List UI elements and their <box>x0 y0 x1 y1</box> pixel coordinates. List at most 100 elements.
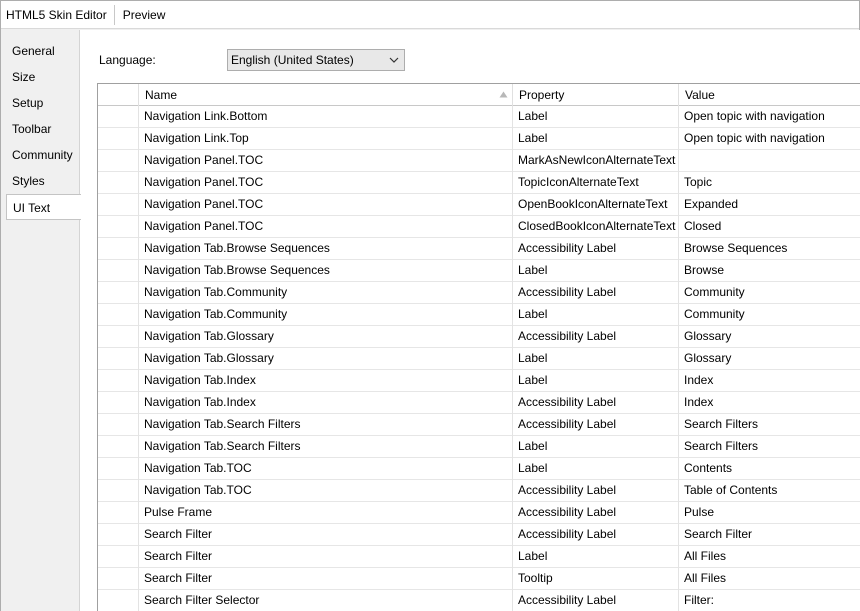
cell-name[interactable]: Search Filter Selector <box>139 590 513 611</box>
cell-name[interactable]: Navigation Tab.Browse Sequences <box>139 238 513 260</box>
row-header-cell[interactable] <box>98 370 139 392</box>
cell-property[interactable]: Accessibility Label <box>513 502 679 524</box>
cell-property[interactable]: Label <box>513 260 679 282</box>
cell-value[interactable]: Community <box>679 304 860 326</box>
cell-value[interactable]: Index <box>679 370 860 392</box>
column-header-value[interactable]: Value <box>679 84 860 106</box>
cell-value[interactable]: Community <box>679 282 860 304</box>
cell-name[interactable]: Navigation Panel.TOC <box>139 172 513 194</box>
sidebar-item-styles[interactable]: Styles <box>6 168 80 194</box>
row-header-cell[interactable] <box>98 194 139 216</box>
cell-name[interactable]: Navigation Tab.Community <box>139 304 513 326</box>
cell-property[interactable]: TopicIconAlternateText <box>513 172 679 194</box>
cell-name[interactable]: Navigation Panel.TOC <box>139 216 513 238</box>
cell-name[interactable]: Navigation Tab.Search Filters <box>139 436 513 458</box>
cell-name[interactable]: Navigation Link.Bottom <box>139 106 513 128</box>
row-header-cell[interactable] <box>98 128 139 150</box>
cell-value[interactable]: Table of Contents <box>679 480 860 502</box>
sidebar-item-toolbar[interactable]: Toolbar <box>6 116 80 142</box>
row-header-cell[interactable] <box>98 546 139 568</box>
language-dropdown[interactable]: English (United States) <box>227 49 405 71</box>
cell-name[interactable]: Navigation Tab.Index <box>139 392 513 414</box>
cell-property[interactable]: Tooltip <box>513 568 679 590</box>
cell-name[interactable]: Search Filter <box>139 546 513 568</box>
cell-value[interactable]: All Files <box>679 546 860 568</box>
cell-property[interactable]: Accessibility Label <box>513 524 679 546</box>
cell-value[interactable]: All Files <box>679 568 860 590</box>
row-header-cell[interactable] <box>98 436 139 458</box>
row-header-cell[interactable] <box>98 414 139 436</box>
table-row[interactable]: Search Filter Accessibility Label Search F… <box>98 524 860 546</box>
cell-name[interactable]: Navigation Panel.TOC <box>139 194 513 216</box>
row-header-cell[interactable] <box>98 480 139 502</box>
cell-property[interactable]: Accessibility Label <box>513 326 679 348</box>
cell-property[interactable]: MarkAsNewIconAlternateText <box>513 150 679 172</box>
cell-value[interactable]: Filter: <box>679 590 860 611</box>
cell-property[interactable]: Accessibility Label <box>513 392 679 414</box>
table-row[interactable]: Navigation Tab.Search Filters Accessibili… <box>98 414 860 436</box>
cell-value[interactable]: Pulse <box>679 502 860 524</box>
cell-name[interactable]: Navigation Tab.Glossary <box>139 326 513 348</box>
table-row[interactable]: Pulse Frame Accessibility Label Pulse <box>98 502 860 524</box>
cell-name[interactable]: Search Filter <box>139 524 513 546</box>
sidebar-item-community[interactable]: Community <box>6 142 80 168</box>
tab-preview[interactable]: Preview <box>115 5 172 25</box>
cell-property[interactable]: Label <box>513 304 679 326</box>
row-header-cell[interactable] <box>98 282 139 304</box>
row-header-cell[interactable] <box>98 458 139 480</box>
cell-value[interactable] <box>679 150 860 172</box>
row-header-cell[interactable] <box>98 502 139 524</box>
cell-name[interactable]: Navigation Tab.Browse Sequences <box>139 260 513 282</box>
table-row[interactable]: Navigation Tab.TOC Label Contents <box>98 458 860 480</box>
table-row[interactable]: Search Filter Selector Accessibility Labe… <box>98 590 860 611</box>
cell-property[interactable]: Label <box>513 348 679 370</box>
cell-value[interactable]: Glossary <box>679 348 860 370</box>
cell-name[interactable]: Navigation Tab.Index <box>139 370 513 392</box>
cell-value[interactable]: Expanded <box>679 194 860 216</box>
cell-property[interactable]: Label <box>513 436 679 458</box>
cell-value[interactable]: Search Filter <box>679 524 860 546</box>
cell-value[interactable]: Glossary <box>679 326 860 348</box>
table-row[interactable]: Navigation Tab.Community Label Community <box>98 304 860 326</box>
cell-property[interactable]: Label <box>513 128 679 150</box>
sidebar-item-ui-text[interactable]: UI Text <box>6 194 81 220</box>
cell-name[interactable]: Navigation Tab.TOC <box>139 480 513 502</box>
row-header-cell[interactable] <box>98 216 139 238</box>
table-row[interactable]: Navigation Panel.TOC TopicIconAlternateTe… <box>98 172 860 194</box>
cell-name[interactable]: Navigation Tab.Search Filters <box>139 414 513 436</box>
cell-value[interactable]: Browse <box>679 260 860 282</box>
cell-value[interactable]: Open topic with navigation <box>679 128 860 150</box>
cell-name[interactable]: Navigation Link.Top <box>139 128 513 150</box>
cell-value[interactable]: Search Filters <box>679 436 860 458</box>
cell-property[interactable]: Accessibility Label <box>513 480 679 502</box>
cell-property[interactable]: Label <box>513 458 679 480</box>
cell-property[interactable]: Accessibility Label <box>513 414 679 436</box>
cell-value[interactable]: Search Filters <box>679 414 860 436</box>
row-header-cell[interactable] <box>98 392 139 414</box>
row-header-cell[interactable] <box>98 590 139 611</box>
row-header-cell[interactable] <box>98 106 139 128</box>
cell-property[interactable]: Label <box>513 546 679 568</box>
cell-value[interactable]: Browse Sequences <box>679 238 860 260</box>
sidebar-item-setup[interactable]: Setup <box>6 90 80 116</box>
sidebar-item-size[interactable]: Size <box>6 64 80 90</box>
table-row[interactable]: Navigation Tab.Browse Sequences Label Brow… <box>98 260 860 282</box>
row-header-cell[interactable] <box>98 238 139 260</box>
table-row[interactable]: Navigation Link.Bottom Label Open topic wi… <box>98 106 860 128</box>
row-header-cell[interactable] <box>98 348 139 370</box>
row-header-cell[interactable] <box>98 260 139 282</box>
table-row[interactable]: Search Filter Label All Files <box>98 546 860 568</box>
table-row[interactable]: Navigation Tab.Glossary Label Glossary <box>98 348 860 370</box>
sidebar-item-general[interactable]: General <box>6 38 80 64</box>
table-row[interactable]: Navigation Tab.TOC Accessibility Label Tab… <box>98 480 860 502</box>
column-header-name[interactable]: Name <box>139 84 513 106</box>
table-row[interactable]: Search Filter Tooltip All Files <box>98 568 860 590</box>
column-header-property[interactable]: Property <box>513 84 679 106</box>
table-row[interactable]: Navigation Tab.Browse Sequences Accessibi… <box>98 238 860 260</box>
cell-name[interactable]: Pulse Frame <box>139 502 513 524</box>
table-row[interactable]: Navigation Tab.Search Filters Label Search… <box>98 436 860 458</box>
cell-property[interactable]: ClosedBookIconAlternateText <box>513 216 679 238</box>
cell-value[interactable]: Index <box>679 392 860 414</box>
cell-value[interactable]: Closed <box>679 216 860 238</box>
cell-name[interactable]: Navigation Tab.TOC <box>139 458 513 480</box>
